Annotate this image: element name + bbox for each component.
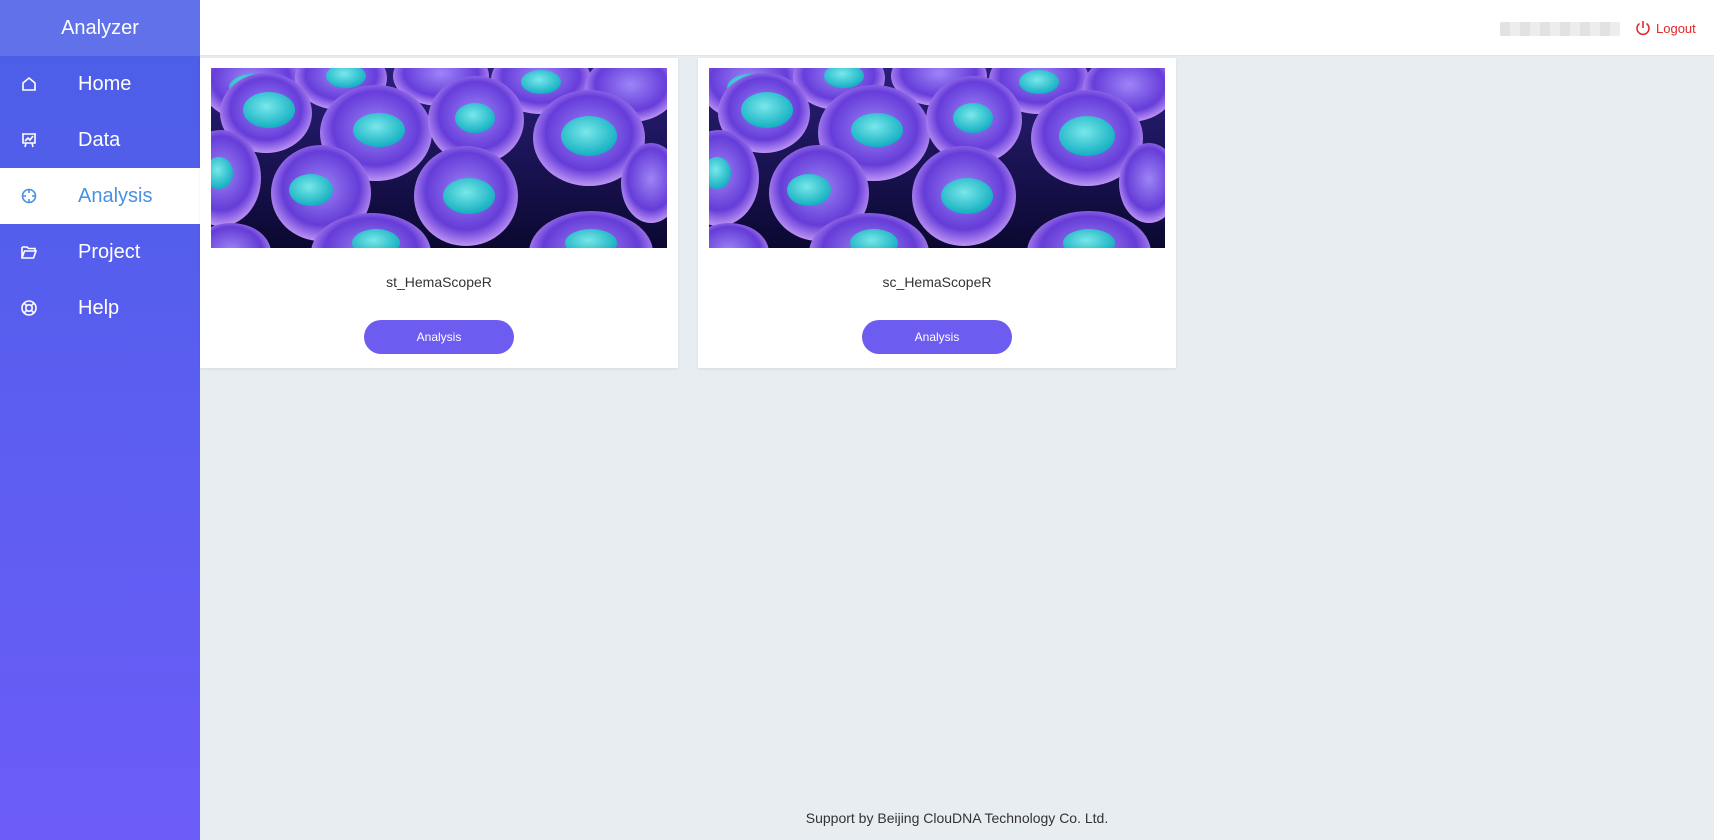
lifebuoy-icon <box>20 299 38 317</box>
top-header <box>200 0 1714 56</box>
sidebar-item-label: Data <box>78 128 121 151</box>
cell-microscopy-image <box>211 68 667 248</box>
sidebar-item-label: Analysis <box>78 184 153 207</box>
cell-microscopy-image <box>709 68 1165 248</box>
crosshair-icon <box>20 187 38 205</box>
sidebar-item-help[interactable]: Help <box>0 280 200 336</box>
sidebar-item-home[interactable]: Home <box>0 56 200 112</box>
sidebar-item-project[interactable]: Project <box>0 224 200 280</box>
chart-board-icon <box>20 131 38 149</box>
card-title: st_HemaScopeR <box>386 274 492 290</box>
sidebar-item-label: Help <box>78 296 120 319</box>
footer-support-text: Support by Beijing ClouDNA Technology Co… <box>805 810 1109 826</box>
tool-card-st: st_HemaScopeR Analysis <box>200 58 678 368</box>
sidebar: Analyzer Home Data Analysis Project Help <box>0 0 200 840</box>
logout-label: Logout <box>1656 20 1696 36</box>
power-icon <box>1636 21 1650 36</box>
card-title: sc_HemaScopeR <box>882 274 992 290</box>
brand-title: Analyzer <box>0 0 200 56</box>
analysis-button[interactable]: Analysis <box>364 320 514 354</box>
sidebar-item-data[interactable]: Data <box>0 112 200 168</box>
user-name-blurred <box>1500 22 1620 36</box>
tool-card-sc: sc_HemaScopeR Analysis <box>698 58 1176 368</box>
home-icon <box>20 75 38 93</box>
sidebar-item-label: Home <box>78 72 132 95</box>
analysis-button[interactable]: Analysis <box>862 320 1012 354</box>
sidebar-item-analysis[interactable]: Analysis <box>0 168 200 224</box>
folder-open-icon <box>20 243 38 261</box>
logout-button[interactable]: Logout <box>1634 18 1696 38</box>
sidebar-item-label: Project <box>78 240 141 263</box>
app-root: Analyzer Home Data Analysis Project Help… <box>0 0 1714 840</box>
